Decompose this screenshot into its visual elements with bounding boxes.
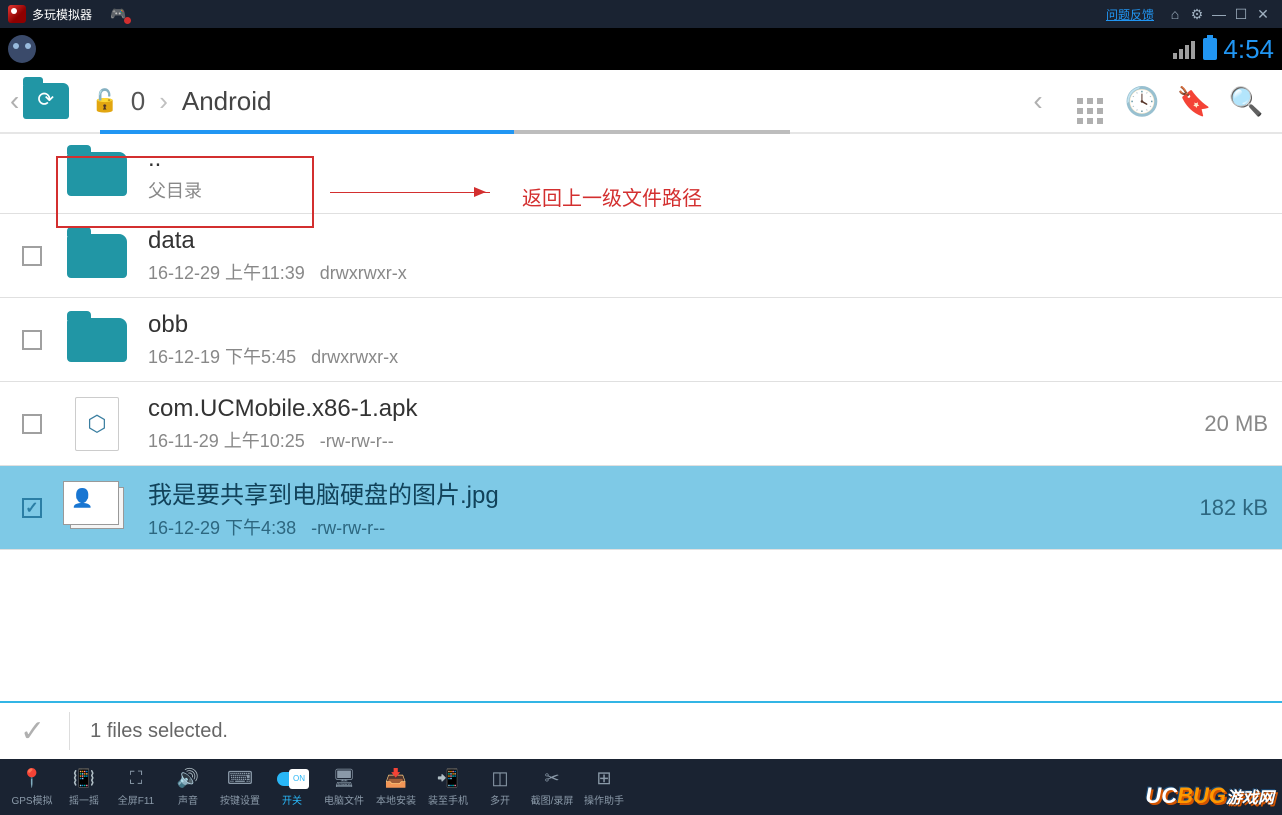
- breadcrumb[interactable]: 0 › Android: [131, 86, 272, 117]
- file-row-selected[interactable]: 我是要共享到电脑硬盘的图片.jpg 16-12-29 下午4:38 -rw-rw…: [0, 466, 1282, 550]
- emu-btn-摇一摇[interactable]: 📳摇一摇: [58, 768, 110, 807]
- file-row[interactable]: data 16-12-29 上午11:39 drwxrwxr-x: [0, 214, 1282, 298]
- bookmark-button[interactable]: 🔖: [1168, 85, 1220, 118]
- history-button[interactable]: 🕓: [1116, 85, 1168, 118]
- file-name: data: [148, 227, 1268, 255]
- file-meta: 16-12-29 上午11:39 drwxrwxr-x: [148, 259, 1268, 285]
- file-row[interactable]: obb 16-12-19 下午5:45 drwxrwxr-x: [0, 298, 1282, 382]
- file-meta: 16-12-29 下午4:38 -rw-rw-r--: [148, 514, 1178, 540]
- watermark: UCBUG游戏网: [1145, 783, 1274, 809]
- emu-btn-声音[interactable]: 🔊声音: [162, 768, 214, 807]
- file-row-parent[interactable]: .. 父目录: [0, 134, 1282, 214]
- emu-btn-GPS模拟[interactable]: 📍GPS模拟: [6, 768, 58, 807]
- crumb-root[interactable]: 0: [131, 86, 145, 117]
- settings-icon[interactable]: ⚙: [1186, 6, 1208, 23]
- progress-indicator: [100, 130, 790, 134]
- emu-btn-电脑文件[interactable]: 🖥电脑文件: [318, 768, 370, 807]
- crumb-path[interactable]: Android: [182, 86, 272, 117]
- signal-icon: [1173, 39, 1197, 59]
- maximize-button[interactable]: ☐: [1230, 6, 1252, 23]
- feedback-link[interactable]: 问题反馈: [1106, 6, 1154, 23]
- prev-button[interactable]: ‹: [1012, 85, 1064, 117]
- android-statusbar: 4:54: [0, 28, 1282, 70]
- chevron-right-icon: ›: [159, 86, 168, 117]
- file-meta: 16-12-19 下午5:45 drwxrwxr-x: [148, 343, 1268, 369]
- emu-btn-开关[interactable]: 开关: [266, 768, 318, 807]
- file-name: 我是要共享到电脑硬盘的图片.jpg: [148, 475, 1178, 510]
- emu-btn-装至手机[interactable]: 📲装至手机: [422, 768, 474, 807]
- emulator-title: 多玩模拟器: [32, 6, 92, 23]
- emu-btn-多开[interactable]: ◫多开: [474, 768, 526, 807]
- checkbox[interactable]: [22, 246, 42, 266]
- checkbox[interactable]: [22, 498, 42, 518]
- root-folder-icon[interactable]: [23, 83, 69, 119]
- emu-btn-截图/录屏[interactable]: ✂截图/录屏: [526, 768, 578, 807]
- file-row[interactable]: ⬡ com.UCMobile.x86-1.apk 16-11-29 上午10:2…: [0, 382, 1282, 466]
- folder-icon: [67, 152, 127, 196]
- file-name: obb: [148, 311, 1268, 339]
- file-size: 182 kB: [1178, 495, 1268, 521]
- battery-icon: [1203, 38, 1217, 60]
- selection-text: 1 files selected.: [90, 720, 228, 743]
- image-icon: [70, 487, 124, 529]
- file-name: ..: [148, 145, 1268, 173]
- emulator-titlebar: 多玩模拟器 🎮 问题反馈 ⌂ ⚙ — ☐ ✕: [0, 0, 1282, 28]
- selection-footer: ✓ 1 files selected.: [0, 701, 1282, 759]
- emu-btn-按键设置[interactable]: ⌨按键设置: [214, 768, 266, 807]
- search-button[interactable]: 🔍: [1220, 85, 1272, 118]
- emu-btn-操作助手[interactable]: ⊞操作助手: [578, 768, 630, 807]
- emu-btn-全屏F11[interactable]: ⛶全屏F11: [110, 768, 162, 807]
- confirm-icon[interactable]: ✓: [20, 714, 45, 749]
- file-list: .. 父目录 data 16-12-29 上午11:39 drwxrwxr-x …: [0, 134, 1282, 550]
- home-icon[interactable]: ⌂: [1164, 6, 1186, 22]
- app-icon: [8, 35, 36, 63]
- emulator-logo-icon: [8, 5, 26, 23]
- folder-icon: [67, 318, 127, 362]
- file-size: 20 MB: [1178, 411, 1268, 437]
- file-sub: 父目录: [148, 177, 1268, 203]
- grid-view-button[interactable]: [1064, 79, 1116, 124]
- minimize-button[interactable]: —: [1208, 6, 1230, 22]
- gamepad-icon[interactable]: 🎮: [110, 6, 126, 22]
- emu-btn-本地安装[interactable]: 📥本地安装: [370, 768, 422, 807]
- back-button[interactable]: ‹: [10, 85, 19, 117]
- folder-icon: [67, 234, 127, 278]
- lock-icon[interactable]: 🔓: [91, 88, 118, 114]
- clock: 4:54: [1223, 34, 1274, 65]
- file-meta: 16-11-29 上午10:25 -rw-rw-r--: [148, 427, 1178, 453]
- emulator-bottombar: 📍GPS模拟📳摇一摇⛶全屏F11🔊声音⌨按键设置开关🖥电脑文件📥本地安装📲装至手…: [0, 759, 1282, 815]
- close-button[interactable]: ✕: [1252, 6, 1274, 23]
- apk-icon: ⬡: [75, 397, 119, 451]
- app-toolbar: ‹ 🔓 0 › Android ‹ 🕓 🔖 🔍: [0, 70, 1282, 134]
- file-name: com.UCMobile.x86-1.apk: [148, 395, 1178, 423]
- checkbox[interactable]: [22, 330, 42, 350]
- checkbox[interactable]: [22, 414, 42, 434]
